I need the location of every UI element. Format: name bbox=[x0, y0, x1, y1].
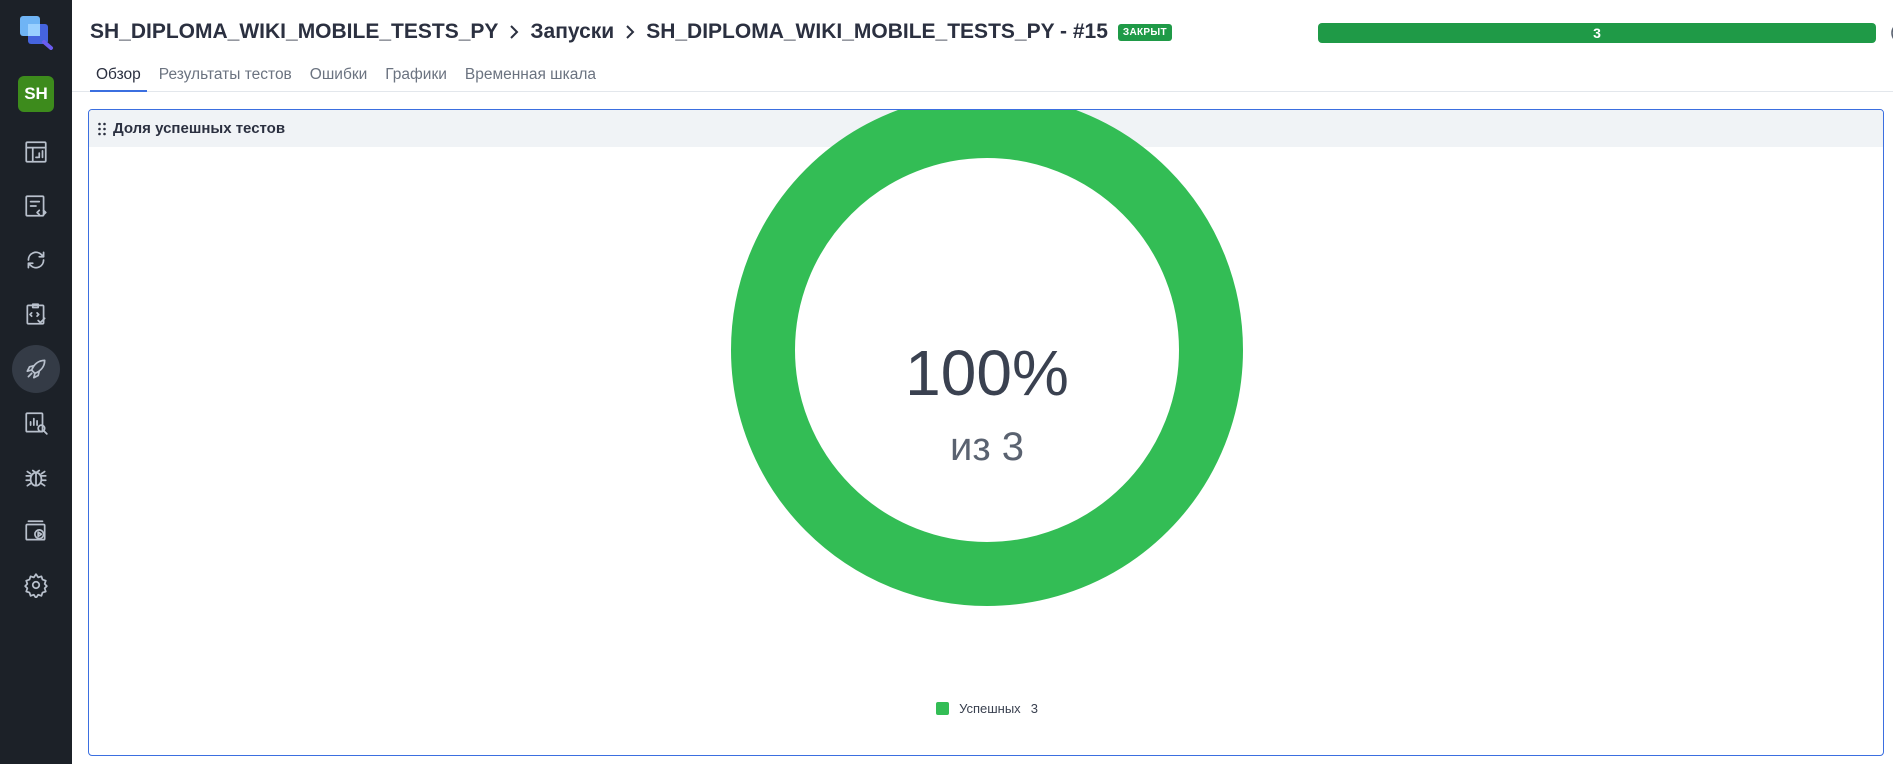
breadcrumb: SH_DIPLOMA_WIKI_MOBILE_TESTS_PY Запуски … bbox=[90, 20, 1172, 44]
test-plans-icon[interactable] bbox=[12, 290, 60, 338]
success-rate-widget: Доля успешных тестов 100% из 3 Успешных … bbox=[88, 109, 1884, 756]
analytics-icon[interactable] bbox=[12, 399, 60, 447]
chevron-right-icon bbox=[508, 23, 520, 41]
tab-test-results[interactable]: Результаты тестов bbox=[153, 62, 298, 92]
breadcrumb-launches[interactable]: Запуски bbox=[530, 20, 614, 44]
sync-icon[interactable] bbox=[12, 236, 60, 284]
jobs-icon[interactable] bbox=[12, 507, 60, 555]
page-header: SH_DIPLOMA_WIKI_MOBILE_TESTS_PY Запуски … bbox=[72, 0, 1893, 92]
center-percent-label: 100% bbox=[905, 337, 1069, 409]
sidebar: SH bbox=[0, 0, 72, 764]
breadcrumb-project[interactable]: SH_DIPLOMA_WIKI_MOBILE_TESTS_PY bbox=[90, 20, 498, 44]
tab-timeline[interactable]: Временная шкала bbox=[459, 62, 602, 92]
tab-overview[interactable]: Обзор bbox=[90, 62, 147, 92]
dashboard-icon[interactable] bbox=[12, 128, 60, 176]
launch-progress-bar: 3 bbox=[1318, 23, 1876, 43]
avatar[interactable]: SH bbox=[18, 76, 54, 112]
chart-legend: Успешных 3 bbox=[89, 701, 1883, 716]
app-logo-icon[interactable] bbox=[18, 14, 54, 50]
legend-swatch bbox=[936, 702, 950, 715]
test-cases-icon[interactable] bbox=[12, 182, 60, 230]
legend-count: 3 bbox=[1030, 701, 1038, 716]
center-total-label: из 3 bbox=[950, 425, 1024, 469]
progress-label: 3 bbox=[1593, 25, 1601, 41]
page-title: SH_DIPLOMA_WIKI_MOBILE_TESTS_PY - #15 bbox=[646, 20, 1108, 43]
gear-icon[interactable] bbox=[12, 561, 60, 609]
bug-icon[interactable] bbox=[12, 453, 60, 501]
launches-icon[interactable] bbox=[12, 345, 60, 393]
tab-errors[interactable]: Ошибки bbox=[304, 62, 373, 92]
legend-label[interactable]: Успешных bbox=[959, 701, 1021, 716]
chevron-right-icon bbox=[624, 23, 636, 41]
tab-graphs[interactable]: Графики bbox=[379, 62, 453, 92]
donut-chart: 100% из 3 bbox=[731, 110, 1243, 606]
tab-bar: Обзор Результаты тестов Ошибки Графики В… bbox=[90, 62, 608, 92]
status-badge: ЗАКРЫТ bbox=[1117, 23, 1172, 41]
